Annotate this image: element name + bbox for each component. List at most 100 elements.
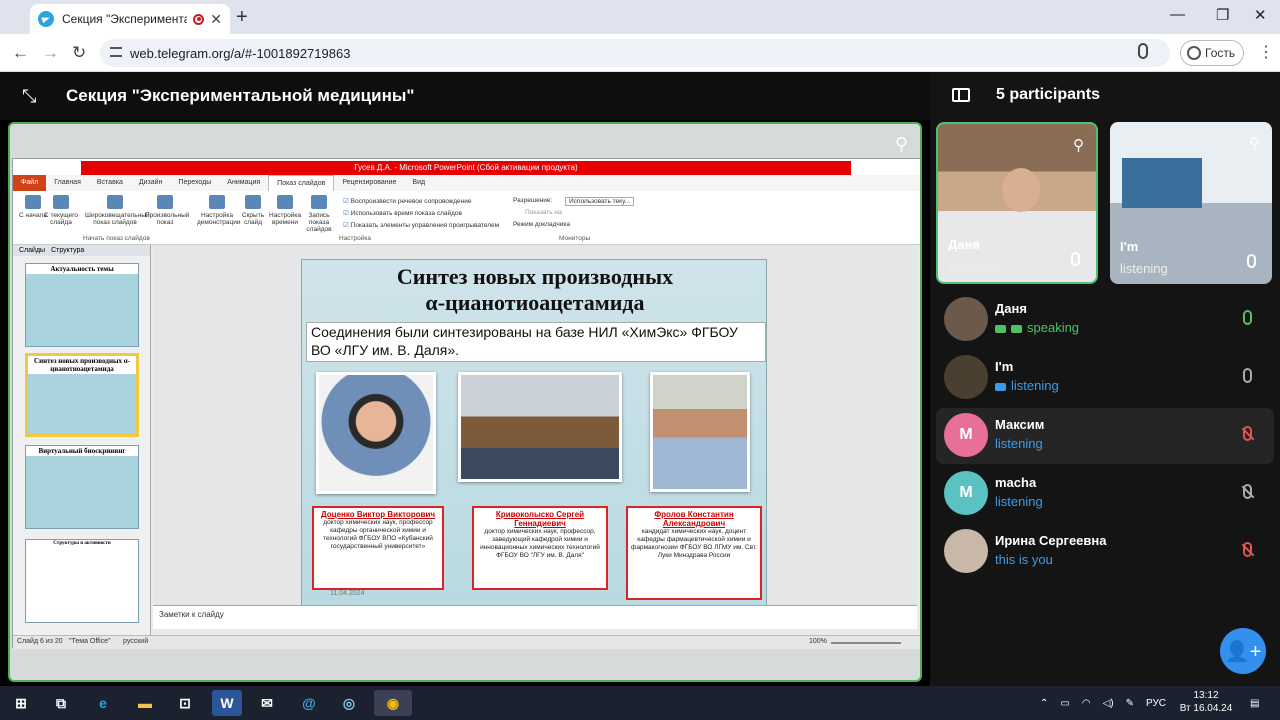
slides-tab[interactable]: Слайды <box>19 247 45 254</box>
clock[interactable]: 13:12 Вт 16.04.24 <box>1176 689 1236 715</box>
edge-icon[interactable]: e <box>88 690 118 716</box>
minimize-icon[interactable]: — <box>1170 6 1185 23</box>
participant-row[interactable]: Ирина Сергеевна this is you <box>936 524 1274 580</box>
windows-start-icon[interactable]: ⊞ <box>6 690 36 716</box>
ppt-tab-home[interactable]: Главная <box>46 175 89 191</box>
slides-panel: Слайды Структура Актуальность темы Синте… <box>13 245 151 635</box>
ppt-tab-review[interactable]: Рецензирование <box>334 175 404 191</box>
slide-title-line2: α-цианотиоацетамида <box>425 290 645 315</box>
participant-status-text: speaking <box>1027 320 1080 335</box>
file-explorer-icon[interactable]: ▬ <box>130 690 160 716</box>
wifi-icon[interactable]: ◠ <box>1082 698 1091 709</box>
ppt-tab-slideshow[interactable]: Показ слайдов <box>268 175 335 191</box>
muted-microphone-icon[interactable] <box>1243 484 1252 499</box>
profile-button[interactable]: Гость <box>1180 40 1244 66</box>
broadcast-icon <box>107 195 123 209</box>
pen-icon[interactable]: ✎ <box>1126 698 1134 709</box>
person-1-desc: доктор химических наук, профессор кафедр… <box>323 519 433 550</box>
slide-thumbnail[interactable]: Актуальность темы <box>25 263 139 347</box>
outline-tab[interactable]: Структура <box>51 247 84 254</box>
slide-thumbnail-selected[interactable]: Синтез новых производных α-цианотиоацета… <box>25 353 139 437</box>
unpin-icon[interactable]: ⚲ <box>895 134 908 155</box>
from-current-button[interactable]: С текущего слайда <box>41 195 81 226</box>
group-start-show: Начать показ слайдов <box>83 235 150 242</box>
notes-field[interactable]: Заметки к слайду <box>153 605 917 629</box>
participant-row[interactable]: М Максим listening <box>936 408 1274 464</box>
chrome-icon[interactable]: ◉ <box>374 690 412 716</box>
battery-icon[interactable]: ▭ <box>1060 698 1069 709</box>
participant-row[interactable]: I'm listening <box>936 350 1274 406</box>
face-shape <box>1002 168 1040 212</box>
new-tab-icon[interactable]: + <box>236 6 248 29</box>
participant-status: listening <box>995 378 1059 393</box>
app-icon[interactable]: ◎ <box>334 690 364 716</box>
person-3-desc: кандидат химических наук, доцент кафедры… <box>631 528 757 559</box>
browser-tab[interactable]: Секция "Экспериментальн ✕ <box>30 4 230 34</box>
voice-search-icon[interactable] <box>1138 43 1148 59</box>
url-input[interactable]: web.telegram.org/a/#-1001892719863 <box>100 39 1170 67</box>
slide-title: Синтез новых производных α-цианотиоацета… <box>302 264 768 316</box>
participant-status: listening <box>995 436 1043 451</box>
add-participant-button[interactable]: 👤+ <box>1220 628 1266 674</box>
site-settings-icon[interactable] <box>110 47 122 57</box>
zoom-slider[interactable] <box>831 642 901 644</box>
back-icon[interactable]: ← <box>12 43 29 63</box>
presenter-view-checkbox[interactable]: Режим докладчика <box>513 221 570 228</box>
ppt-tab-file[interactable]: Файл <box>13 175 47 191</box>
tab-title: Секция "Экспериментальн <box>62 12 188 26</box>
mail-icon[interactable]: ✉ <box>252 690 282 716</box>
ppt-tab-transitions[interactable]: Переходы <box>170 175 219 191</box>
browser-menu-icon[interactable]: ⋮ <box>1258 42 1274 62</box>
resolution-select[interactable]: Использовать теку... <box>565 197 635 206</box>
slide-thumbnail[interactable]: Виртуальный биоскрининг <box>25 445 139 529</box>
microphone-icon[interactable] <box>1243 368 1252 383</box>
record-show-button[interactable]: Запись показа слайдов <box>299 195 339 233</box>
setup-show-button[interactable]: Настройка демонстрации <box>197 195 241 226</box>
record-show-label: Запись показа слайдов <box>306 212 332 233</box>
ppt-tab-insert[interactable]: Вставка <box>89 175 131 191</box>
ppt-tab-design[interactable]: Дизайн <box>131 175 171 191</box>
photo-person-2 <box>458 372 622 482</box>
keyboard-language[interactable]: РУС <box>1146 698 1166 709</box>
exit-fullscreen-icon[interactable]: ⤡ <box>22 86 36 107</box>
custom-show-label: Произвольный показ <box>145 212 190 226</box>
volume-icon[interactable]: ◁) <box>1103 698 1114 709</box>
participant-row[interactable]: M macha listening <box>936 466 1274 522</box>
app-icon[interactable]: @ <box>294 690 324 716</box>
timer-icon <box>277 195 293 209</box>
store-icon[interactable]: ⊡ <box>170 690 200 716</box>
photo-person-3 <box>650 372 750 492</box>
muted-microphone-icon[interactable] <box>1243 426 1252 441</box>
muted-microphone-icon[interactable] <box>1243 542 1252 557</box>
use-timings-checkbox[interactable]: Использовать время показа слайдов <box>343 209 462 217</box>
forward-icon[interactable]: → <box>42 43 59 63</box>
ppt-tab-animation[interactable]: Анимация <box>219 175 268 191</box>
toggle-sidebar-icon[interactable] <box>952 88 970 102</box>
pin-icon[interactable]: ⚲ <box>1073 136 1084 154</box>
reload-icon[interactable]: ↻ <box>72 43 86 63</box>
video-tile-2[interactable]: ⚲ I'm listening <box>1110 122 1272 284</box>
screen-share-icon <box>995 324 1006 333</box>
notifications-icon[interactable]: ▤ <box>1250 686 1259 720</box>
from-current-label: С текущего слайда <box>44 212 78 226</box>
play-narrations-checkbox[interactable]: Воспроизвести речевое сопровождение <box>343 197 472 205</box>
microphone-icon[interactable] <box>1243 310 1252 325</box>
task-view-icon[interactable]: ⧉ <box>46 690 76 716</box>
call-title: Секция "Экспериментальной медицины" <box>66 86 415 105</box>
custom-show-button[interactable]: Произвольный показ <box>145 195 189 226</box>
ppt-tab-view[interactable]: Вид <box>404 175 433 191</box>
current-slide[interactable]: Синтез новых производных α-цианотиоацета… <box>301 259 767 607</box>
video-tile-1[interactable]: ⚲ Даня speaking <box>936 122 1098 284</box>
shared-screen[interactable]: ⚲ Гусев Д.А. - Microsoft PowerPoint (Сбо… <box>8 122 922 682</box>
maximize-icon[interactable]: ❐ <box>1216 6 1229 24</box>
broadcast-button[interactable]: Широковещательный показ слайдов <box>85 195 150 226</box>
word-icon[interactable]: W <box>212 690 242 716</box>
close-tab-icon[interactable]: ✕ <box>210 11 222 28</box>
pin-icon[interactable]: ⚲ <box>1249 134 1260 152</box>
language: русский <box>123 638 149 645</box>
show-controls-checkbox[interactable]: Показать элементы управления проигрывате… <box>343 221 499 229</box>
close-window-icon[interactable]: ✕ <box>1254 6 1267 24</box>
participant-row[interactable]: Даня speaking <box>936 292 1274 348</box>
slide-thumbnail[interactable]: Структуры и активности <box>25 539 139 623</box>
chevron-up-icon[interactable]: ⌃ <box>1040 698 1048 709</box>
